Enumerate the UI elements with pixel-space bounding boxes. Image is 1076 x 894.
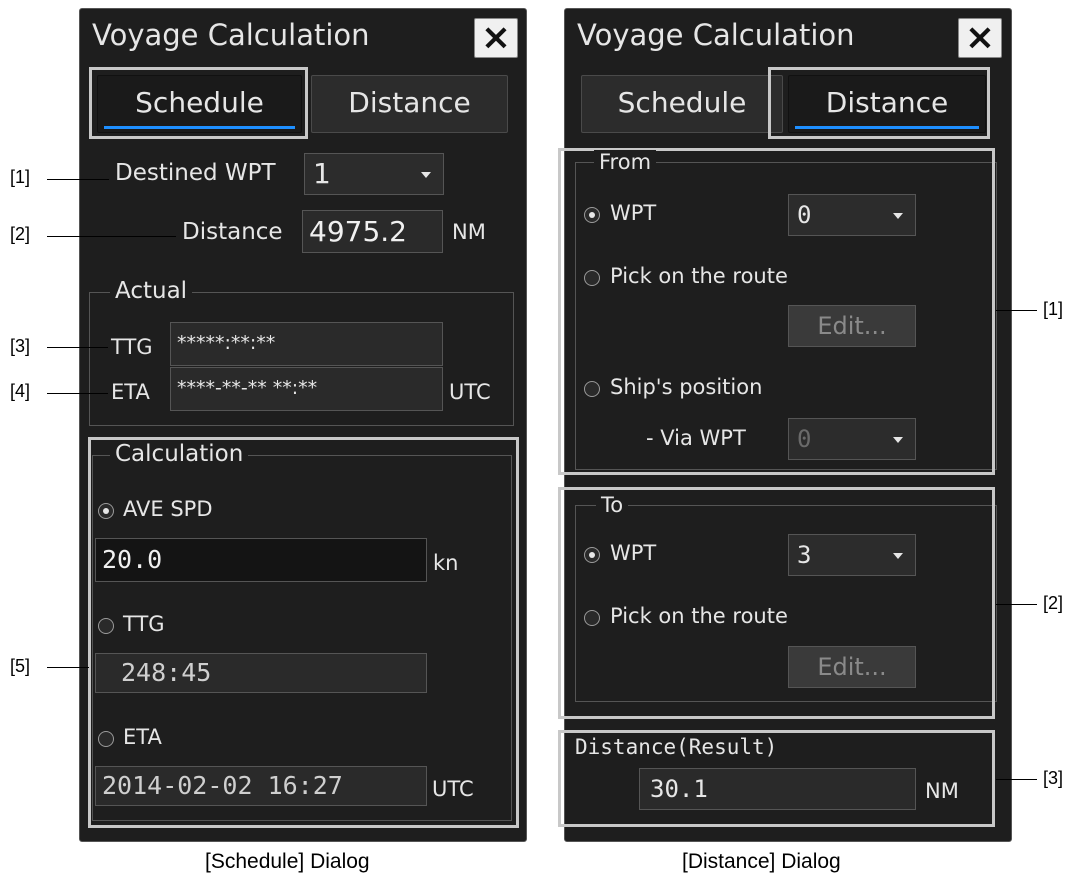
chevron-down-icon (893, 213, 903, 219)
leader-line-4 (47, 393, 108, 394)
destined-wpt-label: Destined WPT (115, 160, 276, 186)
from-wpt-label: WPT (610, 201, 657, 225)
annotation-right-1: [1] (1043, 299, 1064, 319)
result-unit: NM (925, 779, 959, 803)
actual-eta-unit: UTC (449, 380, 491, 404)
actual-ttg-field: *****:**:** (170, 322, 443, 366)
from-pick-label: Pick on the route (610, 264, 788, 288)
schedule-tab-highlight (89, 67, 308, 139)
ave-spd-unit: kn (433, 551, 459, 575)
tab-schedule-label: Schedule (617, 86, 747, 119)
leader-line-right-3 (996, 779, 1037, 780)
annotation-5: [5] (10, 656, 31, 676)
eta-unit: UTC (432, 777, 474, 801)
actual-eta-label: ETA (111, 380, 150, 404)
ship-position-label: Ship's position (610, 375, 763, 399)
ave-spd-input[interactable]: 20.0 (95, 538, 427, 582)
distance-dialog-caption: [Distance] Dialog (682, 850, 841, 873)
eta-input[interactable]: 2014-02-02 16:27 (95, 766, 427, 806)
actual-eta-field: ****-**-** **:** (170, 367, 443, 411)
eta-radio[interactable] (98, 731, 114, 747)
close-icon[interactable]: × (958, 18, 1002, 58)
chevron-down-icon (893, 553, 903, 559)
annotation-right-2: [2] (1043, 593, 1064, 613)
annotation-3: [3] (10, 336, 31, 356)
leader-line-2 (47, 236, 176, 237)
chevron-down-icon (893, 437, 903, 443)
tab-distance-label: Distance (348, 86, 471, 119)
leader-line-right-2 (996, 604, 1037, 605)
result-field: 30.1 (639, 768, 916, 810)
to-edit-button[interactable]: Edit... (788, 646, 916, 688)
annotation-2: [2] (10, 224, 31, 244)
leader-line-1 (47, 179, 109, 180)
distance-tab-highlight (768, 67, 990, 139)
from-edit-button[interactable]: Edit... (788, 305, 916, 347)
to-pick-label: Pick on the route (610, 604, 788, 628)
annotation-1: [1] (10, 167, 31, 187)
ship-position-radio[interactable] (584, 381, 600, 397)
distance-dialog-title: Voyage Calculation (577, 18, 855, 52)
distance-unit: NM (452, 220, 486, 244)
from-wpt-select[interactable]: 0 (788, 194, 916, 236)
actual-legend: Actual (110, 278, 193, 304)
schedule-dialog-caption: [Schedule] Dialog (205, 850, 370, 873)
close-icon[interactable]: × (474, 18, 518, 58)
annotation-4: [4] (10, 381, 31, 401)
from-wpt-value: 0 (797, 201, 812, 229)
ttg-label: TTG (123, 612, 165, 636)
via-wpt-label: - Via WPT (646, 426, 746, 450)
to-pick-radio[interactable] (584, 610, 600, 626)
via-wpt-select[interactable]: 0 (788, 418, 916, 460)
ttg-input[interactable]: 248:45 (95, 653, 427, 693)
destined-wpt-select[interactable]: 1 (304, 153, 444, 195)
distance-label: Distance (182, 219, 283, 245)
destined-wpt-value: 1 (313, 157, 331, 190)
distance-field: 4975.2 (302, 210, 443, 253)
leader-line-3 (47, 347, 108, 348)
actual-ttg-label: TTG (111, 335, 153, 359)
from-pick-radio[interactable] (584, 270, 600, 286)
chevron-down-icon (421, 172, 431, 178)
to-wpt-select[interactable]: 3 (788, 534, 916, 576)
annotation-right-3: [3] (1043, 768, 1064, 788)
to-wpt-radio[interactable] (584, 547, 600, 563)
from-wpt-radio[interactable] (584, 207, 600, 223)
from-highlight (558, 148, 995, 475)
leader-line-5 (47, 667, 89, 668)
from-legend: From (594, 150, 657, 174)
schedule-dialog-title: Voyage Calculation (92, 18, 370, 52)
via-wpt-value: 0 (797, 425, 812, 453)
result-label: Distance(Result) (575, 735, 778, 759)
eta-label: ETA (123, 725, 162, 749)
to-wpt-value: 3 (797, 541, 812, 569)
tab-distance[interactable]: Distance (311, 75, 508, 133)
ave-spd-label: AVE SPD (123, 497, 213, 521)
leader-line-right-1 (996, 310, 1037, 311)
to-wpt-label: WPT (610, 541, 657, 565)
ttg-radio[interactable] (98, 618, 114, 634)
calculation-legend: Calculation (110, 441, 249, 467)
to-highlight (558, 487, 995, 719)
tab-schedule[interactable]: Schedule (581, 75, 783, 133)
ave-spd-radio[interactable] (98, 503, 114, 519)
to-legend: To (596, 493, 629, 517)
